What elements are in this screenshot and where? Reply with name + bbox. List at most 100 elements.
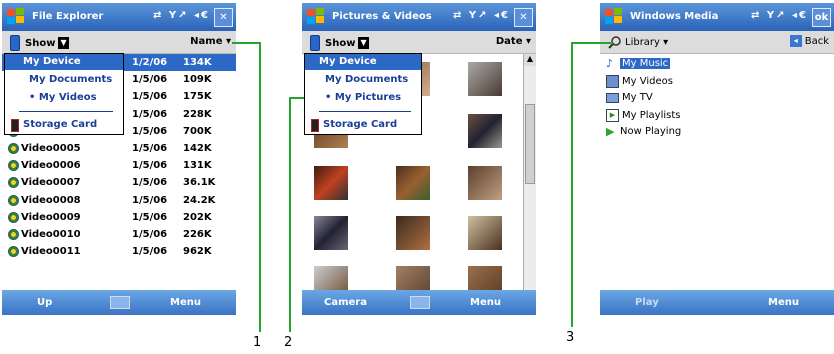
- library-menu[interactable]: Library ▾: [608, 35, 668, 49]
- file-date: 1/5/06: [132, 160, 168, 172]
- app-title: Pictures & Videos: [332, 11, 432, 22]
- app-title: Windows Media: [630, 11, 719, 22]
- ok-button[interactable]: ok: [812, 8, 831, 27]
- status-icons[interactable]: ⇄ Y↗ ◂€: [153, 10, 210, 21]
- video-file-icon: [8, 177, 19, 189]
- menu-item-label: • My Pictures: [325, 92, 402, 103]
- table-row[interactable]: Video0008 1/5/06 24.2K: [2, 192, 236, 209]
- callout-2-label: 2: [284, 335, 293, 350]
- library-item-my-music[interactable]: ♪ My Music: [606, 57, 671, 70]
- menu-item-label: My Documents: [29, 74, 113, 85]
- table-row[interactable]: Video0005 1/5/06 142K: [2, 140, 236, 157]
- menu-item-my-documents[interactable]: My Documents: [305, 72, 421, 88]
- windows-start-icon[interactable]: [305, 6, 327, 28]
- menu-item-storage-card[interactable]: Storage Card: [5, 117, 123, 133]
- photo-thumbnail[interactable]: [468, 62, 502, 96]
- vertical-scrollbar[interactable]: ▲: [523, 54, 536, 290]
- show-menu[interactable]: Show ▼: [10, 35, 69, 51]
- menu-item-label: My Device: [319, 56, 377, 67]
- video-file-icon: [8, 228, 19, 240]
- video-file-icon: [8, 194, 19, 206]
- table-row[interactable]: Video0011 1/5/06 962K: [2, 243, 236, 260]
- menu-item-label: My Device: [23, 56, 81, 67]
- close-button[interactable]: ✕: [514, 8, 533, 27]
- video-file-icon: [8, 160, 19, 172]
- softkey-bar: Up Menu: [2, 290, 236, 315]
- menu-item-my-videos[interactable]: • My Videos: [5, 90, 123, 106]
- playlist-icon: ▶: [606, 109, 619, 122]
- file-size: 700K: [183, 125, 212, 137]
- photo-thumbnail[interactable]: [468, 114, 502, 148]
- menu-button[interactable]: Menu: [170, 297, 201, 308]
- file-size: 175K: [183, 91, 212, 103]
- file-date: 1/5/06: [132, 246, 168, 258]
- file-name: Video0008: [21, 194, 81, 206]
- windows-start-icon[interactable]: [5, 6, 27, 28]
- file-date: 1/5/06: [132, 142, 168, 154]
- library-item-my-videos[interactable]: My Videos: [606, 75, 673, 88]
- photo-thumbnail[interactable]: [396, 166, 430, 200]
- menu-item-label: Storage Card: [323, 119, 398, 130]
- photo-thumbnail[interactable]: [314, 166, 348, 200]
- menu-item-storage-card[interactable]: Storage Card: [305, 117, 421, 133]
- library-item-now-playing[interactable]: ▶ Now Playing: [606, 126, 681, 137]
- file-name: Video0011: [21, 246, 81, 258]
- softkey-bar: Play Menu: [600, 290, 834, 315]
- tv-icon: [606, 92, 619, 103]
- title-bar: Pictures & Videos ⇄ Y↗ ◂€ ✕: [302, 3, 536, 31]
- menu-button[interactable]: Menu: [768, 297, 799, 308]
- photo-thumbnail[interactable]: [314, 216, 348, 250]
- file-date: 1/5/06: [132, 108, 168, 120]
- callout-1-label: 1: [253, 335, 262, 350]
- play-button[interactable]: Play: [635, 297, 659, 308]
- status-icons[interactable]: ⇄ Y↗ ◂€: [453, 10, 510, 21]
- status-icons[interactable]: ⇄ Y↗ ◂€: [751, 10, 808, 21]
- library-item-my-playlists[interactable]: ▶ My Playlists: [606, 109, 680, 122]
- windows-start-icon[interactable]: [603, 6, 625, 28]
- windows-media-screen: Windows Media ⇄ Y↗ ◂€ ok Library ▾ ◂ Bac…: [600, 3, 834, 315]
- title-bar: File Explorer ⇄ Y↗ ◂€ ✕: [2, 3, 236, 31]
- menu-item-label: Storage Card: [23, 119, 98, 130]
- video-file-icon: [8, 142, 19, 154]
- music-note-icon: ♪: [606, 57, 614, 70]
- table-row[interactable]: Video0010 1/5/06 226K: [2, 226, 236, 243]
- up-button[interactable]: Up: [37, 297, 52, 308]
- menu-item-my-device[interactable]: My Device: [305, 54, 421, 70]
- photo-thumbnail[interactable]: [396, 216, 430, 250]
- file-size: 131K: [183, 160, 212, 172]
- library-item-my-tv[interactable]: My TV: [606, 92, 653, 103]
- photo-thumbnail[interactable]: [468, 216, 502, 250]
- show-label: Show: [325, 37, 356, 49]
- camera-button[interactable]: Camera: [324, 297, 367, 308]
- file-name: Video0007: [21, 177, 81, 189]
- toolbar: Library ▾ ◂ Back: [600, 31, 834, 54]
- keyboard-icon[interactable]: [110, 296, 130, 309]
- close-button[interactable]: ✕: [214, 8, 233, 27]
- menu-button[interactable]: Menu: [470, 297, 501, 308]
- sort-by-name[interactable]: Name ▾: [190, 36, 231, 47]
- menu-item-label: My Documents: [325, 74, 409, 85]
- scroll-up-icon[interactable]: ▲: [524, 54, 536, 66]
- photo-thumbnail[interactable]: [468, 166, 502, 200]
- keyboard-icon[interactable]: [410, 296, 430, 309]
- callout-1-horizontal: [232, 42, 260, 44]
- library-item-label: Now Playing: [620, 126, 682, 137]
- file-date: 1/5/06: [132, 74, 168, 86]
- show-menu[interactable]: Show ▼: [310, 35, 369, 51]
- file-size: 134K: [183, 57, 212, 68]
- table-row[interactable]: Video0009 1/5/06 202K: [2, 209, 236, 226]
- play-icon: ▶: [606, 125, 615, 138]
- menu-item-my-documents[interactable]: My Documents: [5, 72, 123, 88]
- table-row[interactable]: Video0007 1/5/06 36.1K: [2, 174, 236, 191]
- menu-item-label: • My Videos: [29, 92, 97, 103]
- back-button[interactable]: ◂ Back: [789, 35, 829, 47]
- menu-separator: [19, 111, 113, 112]
- menu-item-my-pictures[interactable]: • My Pictures: [305, 90, 421, 106]
- sort-by-date[interactable]: Date ▾: [496, 36, 531, 47]
- library-item-label: My Videos: [622, 76, 673, 87]
- scroll-thumb[interactable]: [525, 104, 535, 184]
- chevron-down-icon: ▼: [58, 37, 69, 49]
- toolbar: Show ▼ Name ▾: [2, 31, 236, 54]
- table-row[interactable]: Video0006 1/5/06 131K: [2, 157, 236, 174]
- menu-item-my-device[interactable]: My Device: [5, 54, 123, 70]
